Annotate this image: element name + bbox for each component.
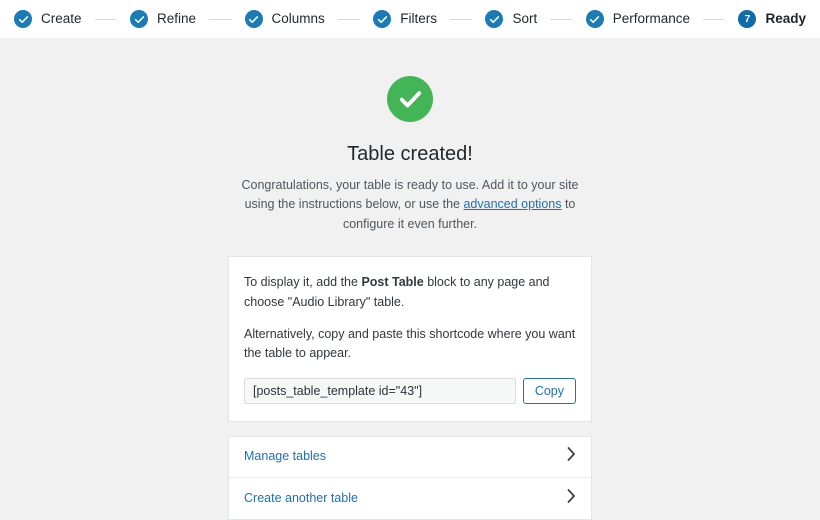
- instructions-card: To display it, add the Post Table block …: [228, 256, 592, 422]
- stepper-step-filters[interactable]: Filters: [373, 10, 437, 28]
- stepper-step-label: Columns: [272, 12, 325, 26]
- chevron-right-icon: [567, 489, 576, 508]
- copy-button[interactable]: Copy: [523, 378, 576, 404]
- stepper-step-label: Performance: [613, 12, 690, 26]
- check-icon: [14, 10, 32, 28]
- check-icon: [130, 10, 148, 28]
- stepper-connector: [209, 19, 231, 20]
- stepper-step-columns[interactable]: Columns: [245, 10, 325, 28]
- wizard-stepper: Create Refine Columns Filters Sort Perfo…: [0, 0, 820, 38]
- check-icon: [245, 10, 263, 28]
- shortcode-input[interactable]: [244, 378, 516, 404]
- stepper-step-ready[interactable]: 7 Ready: [738, 10, 806, 28]
- page-subtitle: Congratulations, your table is ready to …: [235, 176, 585, 234]
- stepper-connector: [95, 19, 117, 20]
- instructions-paragraph-block: To display it, add the Post Table block …: [244, 273, 576, 312]
- stepper-connector: [550, 19, 572, 20]
- stepper-step-performance[interactable]: Performance: [586, 10, 690, 28]
- create-another-table-label: Create another table: [244, 492, 358, 505]
- advanced-options-link[interactable]: advanced options: [463, 197, 561, 211]
- stepper-step-refine[interactable]: Refine: [130, 10, 196, 28]
- success-check-icon: [387, 76, 433, 122]
- manage-tables-label: Manage tables: [244, 450, 326, 463]
- post-table-bold-label: Post Table: [361, 275, 423, 289]
- create-another-table-row[interactable]: Create another table: [229, 478, 591, 519]
- stepper-step-sort[interactable]: Sort: [485, 10, 537, 28]
- links-card: Manage tables Create another table: [228, 436, 592, 520]
- check-icon: [586, 10, 604, 28]
- stepper-step-create[interactable]: Create: [14, 10, 82, 28]
- main-content: Table created! Congratulations, your tab…: [0, 38, 820, 520]
- stepper-connector: [450, 19, 472, 20]
- page-title: Table created!: [347, 142, 473, 166]
- stepper-step-label: Refine: [157, 12, 196, 26]
- check-icon: [373, 10, 391, 28]
- stepper-step-label: Filters: [400, 12, 437, 26]
- stepper-step-label: Create: [41, 12, 82, 26]
- stepper-step-label: Sort: [512, 12, 537, 26]
- check-icon: [485, 10, 503, 28]
- stepper-connector: [703, 19, 725, 20]
- step-number-badge: 7: [738, 10, 756, 28]
- stepper-connector: [338, 19, 360, 20]
- shortcode-row: Copy: [244, 378, 576, 404]
- manage-tables-row[interactable]: Manage tables: [229, 437, 591, 478]
- stepper-step-label: Ready: [765, 12, 806, 26]
- step-number: 7: [745, 14, 751, 25]
- chevron-right-icon: [567, 447, 576, 466]
- instructions-paragraph-shortcode: Alternatively, copy and paste this short…: [244, 325, 576, 364]
- instructions-text-part1: To display it, add the: [244, 275, 361, 289]
